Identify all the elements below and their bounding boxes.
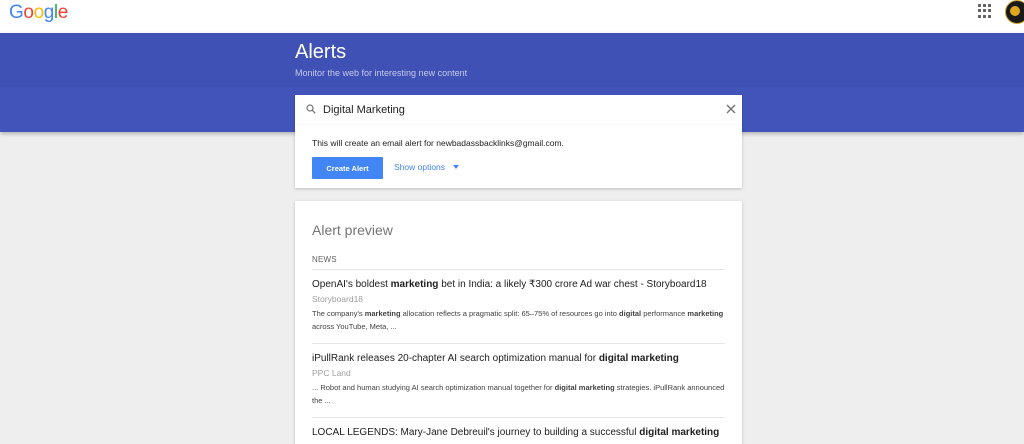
text-segment: bet in India: a likely ₹300 crore Ad war… — [438, 279, 707, 290]
highlighted-term: marketing — [364, 309, 401, 318]
logo-letter: o — [33, 2, 45, 23]
news-item-snippet: The company's marketing allocation refle… — [312, 307, 725, 333]
text-segment: OpenAI's boldest — [312, 279, 391, 290]
news-item-source: PPC Land — [312, 368, 351, 378]
highlighted-term: digital marketing — [554, 383, 615, 392]
logo-letter: e — [57, 2, 69, 23]
highlighted-term: digital marketing — [639, 427, 720, 438]
divider — [312, 269, 725, 270]
text-segment: The company's — [312, 309, 365, 318]
news-item-title[interactable]: LOCAL LEGENDS: Mary-Jane Debreuil's jour… — [312, 426, 725, 439]
text-segment: LOCAL LEGENDS: Mary-Jane Debreuil's jour… — [312, 427, 640, 438]
news-item-snippet: ... Robot and human studying AI search o… — [312, 381, 725, 407]
news-item-title[interactable]: OpenAI's boldest marketing bet in India:… — [312, 278, 725, 291]
google-logo[interactable]: Google — [9, 2, 68, 24]
text-segment: iPullRank releases 20-chapter AI search … — [312, 353, 599, 364]
news-item: OpenAI's boldest marketing bet in India:… — [312, 278, 725, 333]
divider — [312, 343, 725, 344]
alert-preview-card: Alert preview NEWS OpenAI's boldest mark… — [295, 201, 742, 444]
email-note: This will create an email alert for newb… — [312, 138, 564, 148]
create-alert-button[interactable]: Create Alert — [312, 157, 383, 179]
page-subtitle: Monitor the web for interesting new cont… — [295, 68, 468, 78]
section-label-news: NEWS — [312, 255, 337, 264]
top-bar: Google — [0, 0, 1024, 33]
logo-letter: g — [43, 2, 55, 23]
divider — [312, 417, 725, 418]
preview-title: Alert preview — [312, 222, 393, 238]
highlighted-term: marketing — [390, 279, 439, 290]
logo-letter: o — [23, 2, 34, 23]
show-options-link[interactable]: Show options — [394, 162, 460, 172]
apps-grid-icon[interactable] — [978, 4, 992, 18]
page-title: Alerts — [295, 41, 347, 63]
text-segment: allocation reflects a pragmatic split: 6… — [400, 309, 620, 318]
show-options-label: Show options — [394, 162, 446, 172]
caret-down-icon — [453, 165, 460, 169]
news-item-title[interactable]: iPullRank releases 20-chapter AI search … — [312, 352, 725, 365]
search-icon — [306, 104, 316, 114]
alert-query-input[interactable] — [323, 95, 713, 125]
alert-query-box — [295, 95, 742, 125]
text-segment: ... Robot and human studying AI search o… — [312, 383, 555, 392]
news-item-source: Storyboard18 — [312, 294, 364, 304]
highlighted-term: digital — [619, 309, 642, 318]
news-item: iPullRank releases 20-chapter AI search … — [312, 352, 725, 407]
news-item: LOCAL LEGENDS: Mary-Jane Debreuil's jour… — [312, 426, 725, 439]
text-segment: performance — [641, 309, 688, 318]
logo-letter: G — [9, 2, 24, 23]
account-avatar-icon[interactable] — [1005, 0, 1024, 24]
text-segment: across YouTube, Meta, ... — [312, 322, 397, 331]
create-alert-card: This will create an email alert for newb… — [295, 125, 742, 188]
highlighted-term: marketing — [687, 309, 724, 318]
highlighted-term: digital marketing — [598, 353, 679, 364]
close-icon[interactable] — [725, 103, 737, 115]
